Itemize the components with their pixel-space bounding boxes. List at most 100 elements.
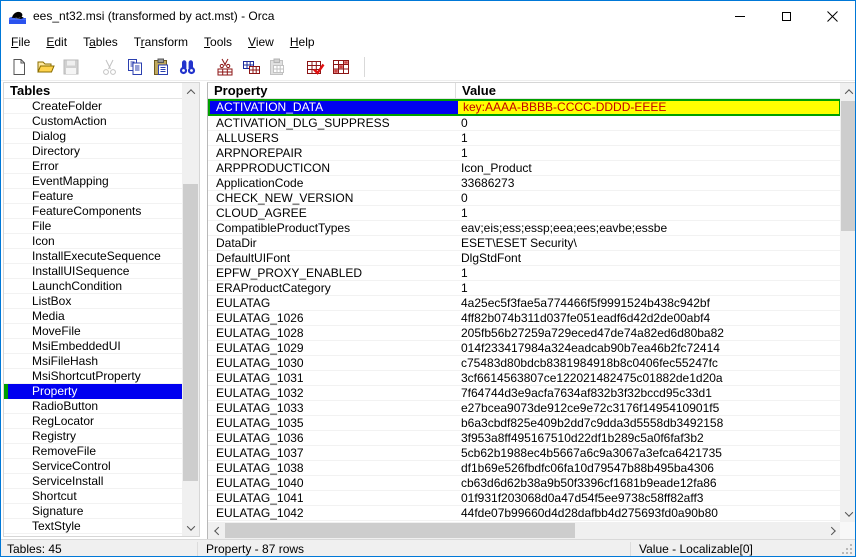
sidebar-item-shortcut[interactable]: Shortcut xyxy=(4,489,184,504)
property-cell[interactable]: EULATAG_1037 xyxy=(208,446,456,460)
sidebar-item-dialog[interactable]: Dialog xyxy=(4,129,184,144)
sidebar-item-msiembeddedui[interactable]: MsiEmbeddedUI xyxy=(4,339,184,354)
scroll-left-button[interactable] xyxy=(208,522,225,539)
paste-rows-button[interactable] xyxy=(264,55,290,79)
sidebar-item-file[interactable]: File xyxy=(4,219,184,234)
value-cell[interactable]: 4ff82b074b311d037fe051eadf6d42d2de00abf4 xyxy=(456,311,841,325)
property-cell[interactable]: EULATAG_1030 xyxy=(208,356,456,370)
property-row[interactable]: ApplicationCode33686273 xyxy=(208,176,841,191)
cut-button[interactable] xyxy=(96,55,122,79)
sidebar-item-movefile[interactable]: MoveFile xyxy=(4,324,184,339)
sidebar-item-reglocator[interactable]: RegLocator xyxy=(4,414,184,429)
property-cell[interactable]: ApplicationCode xyxy=(208,176,456,190)
menu-view[interactable]: View xyxy=(240,31,282,54)
value-cell[interactable]: 33686273 xyxy=(456,176,841,190)
value-cell[interactable]: 1 xyxy=(456,206,841,220)
property-row[interactable]: EULATAG_1033e27bcea9073de912ce9e72c3176f… xyxy=(208,401,841,416)
sidebar-item-directory[interactable]: Directory xyxy=(4,144,184,159)
property-cell[interactable]: EPFW_PROXY_ENABLED xyxy=(208,266,456,280)
property-cell[interactable]: EULATAG_1035 xyxy=(208,416,456,430)
value-cell[interactable]: DlgStdFont xyxy=(456,251,841,265)
property-cell[interactable]: ARPNOREPAIR xyxy=(208,146,456,160)
value-cell[interactable]: e27bcea9073de912ce9e72c3176f1495410901f5 xyxy=(456,401,841,415)
property-row[interactable]: CHECK_NEW_VERSION0 xyxy=(208,191,841,206)
property-row[interactable]: EPFW_PROXY_ENABLED1 xyxy=(208,266,841,281)
property-cell[interactable]: ERAProductCategory xyxy=(208,281,456,295)
value-cell[interactable]: 0 xyxy=(456,191,841,205)
scroll-right-button[interactable] xyxy=(824,522,841,539)
sidebar-item-msishortcutproperty[interactable]: MsiShortcutProperty xyxy=(4,369,184,384)
sidebar-item-customaction[interactable]: CustomAction xyxy=(4,114,184,129)
sidebar-item-icon[interactable]: Icon xyxy=(4,234,184,249)
property-cell[interactable]: EULATAG_1031 xyxy=(208,371,456,385)
sidebar-item-registry[interactable]: Registry xyxy=(4,429,184,444)
value-cell[interactable]: key:AAAA-BBBB-CCCC-DDDD-EEEE xyxy=(458,101,839,114)
maximize-button[interactable] xyxy=(763,1,809,31)
property-cell[interactable]: EULATAG xyxy=(208,296,456,310)
property-row[interactable]: DataDirESET\ESET Security\ xyxy=(208,236,841,251)
property-cell[interactable]: ALLUSERS xyxy=(208,131,456,145)
menu-edit[interactable]: Edit xyxy=(38,31,75,54)
value-cell[interactable]: 205fb56b27259a729eced47de74a82ed6d80ba82 xyxy=(456,326,841,340)
value-cell[interactable]: 01f931f203068d0a47d54f5ee9738c58ff82aff3 xyxy=(456,491,841,505)
tables-vertical-scrollbar[interactable] xyxy=(182,83,199,536)
scroll-down-button[interactable] xyxy=(182,519,199,536)
panel-splitter[interactable] xyxy=(200,82,207,538)
table-horizontal-scrollbar[interactable] xyxy=(208,522,841,539)
scrollbar-thumb[interactable] xyxy=(183,184,198,481)
value-cell[interactable]: 44fde07b99660d4d28dafbb4d275693fd0a90b80 xyxy=(456,506,841,520)
column-header-property[interactable]: Property xyxy=(208,83,456,99)
property-row[interactable]: ACTIVATION_DATAkey:AAAA-BBBB-CCCC-DDDD-E… xyxy=(208,99,841,116)
open-file-button[interactable] xyxy=(32,55,58,79)
property-row[interactable]: EULATAG_1038df1b69e526fbdfc06fa10d79547b… xyxy=(208,461,841,476)
value-cell[interactable]: 1 xyxy=(456,146,841,160)
value-cell[interactable]: Icon_Product xyxy=(456,161,841,175)
scrollbar-thumb[interactable] xyxy=(841,101,856,231)
property-row[interactable]: EULATAG_10313cf6614563807ce122021482475c… xyxy=(208,371,841,386)
property-cell[interactable]: DefaultUIFont xyxy=(208,251,456,265)
sidebar-item-signature[interactable]: Signature xyxy=(4,504,184,519)
save-file-button[interactable] xyxy=(58,55,84,79)
property-row[interactable]: EULATAG_10375cb62b1988ec4b5667a6c9a3067a… xyxy=(208,446,841,461)
menu-tools[interactable]: Tools xyxy=(196,31,240,54)
property-row[interactable]: ARPPRODUCTICONIcon_Product xyxy=(208,161,841,176)
property-row[interactable]: DefaultUIFontDlgStdFont xyxy=(208,251,841,266)
property-row[interactable]: EULATAG_1035b6a3cbdf825e409b2dd7c9dda3d5… xyxy=(208,416,841,431)
paste-button[interactable] xyxy=(148,55,174,79)
sidebar-item-textstyle[interactable]: TextStyle xyxy=(4,519,184,534)
validate-table-button[interactable] xyxy=(302,55,328,79)
copy-rows-button[interactable] xyxy=(238,55,264,79)
sidebar-item-installuisequence[interactable]: InstallUISequence xyxy=(4,264,184,279)
scrollbar-thumb[interactable] xyxy=(225,523,575,538)
property-cell[interactable]: ARPPRODUCTICON xyxy=(208,161,456,175)
sidebar-item-uitext[interactable]: UIText xyxy=(4,534,184,537)
sidebar-item-error[interactable]: Error xyxy=(4,159,184,174)
value-cell[interactable]: eav;eis;ess;essp;eea;ees;eavbe;essbe xyxy=(456,221,841,235)
property-cell[interactable]: EULATAG_1033 xyxy=(208,401,456,415)
sidebar-item-createfolder[interactable]: CreateFolder xyxy=(4,99,184,114)
table-vertical-scrollbar[interactable] xyxy=(840,83,856,522)
property-row[interactable]: EULATAG_10327f64744d3e9acfa7634af832b3f3… xyxy=(208,386,841,401)
scroll-up-button[interactable] xyxy=(182,83,199,100)
sidebar-item-radiobutton[interactable]: RadioButton xyxy=(4,399,184,414)
find-button[interactable] xyxy=(174,55,200,79)
value-cell[interactable]: 0 xyxy=(456,116,841,130)
value-cell[interactable]: ESET\ESET Security\ xyxy=(456,236,841,250)
value-cell[interactable]: cb63d6d62b38a9b50f3396cf1681b9eade12fa86 xyxy=(456,476,841,490)
value-cell[interactable]: 5cb62b1988ec4b5667a6c9a3067a3efca6421735 xyxy=(456,446,841,460)
cut-rows-button[interactable] xyxy=(212,55,238,79)
merge-tables-button[interactable] xyxy=(328,55,354,79)
property-cell[interactable]: CHECK_NEW_VERSION xyxy=(208,191,456,205)
sidebar-item-featurecomponents[interactable]: FeatureComponents xyxy=(4,204,184,219)
sidebar-item-property[interactable]: Property xyxy=(4,384,184,399)
new-file-button[interactable] xyxy=(6,55,32,79)
value-cell[interactable]: 7f64744d3e9acfa7634af832b3f32bccd95c33d1 xyxy=(456,386,841,400)
sidebar-item-launchcondition[interactable]: LaunchCondition xyxy=(4,279,184,294)
value-cell[interactable]: df1b69e526fbdfc06fa10d79547b88b495ba4306 xyxy=(456,461,841,475)
value-cell[interactable]: 4a25ec5f3fae5a774466f5f9991524b438c942bf xyxy=(456,296,841,310)
value-cell[interactable]: 1 xyxy=(456,266,841,280)
property-row[interactable]: EULATAG4a25ec5f3fae5a774466f5f9991524b43… xyxy=(208,296,841,311)
property-row[interactable]: ERAProductCategory1 xyxy=(208,281,841,296)
sidebar-item-media[interactable]: Media xyxy=(4,309,184,324)
property-row[interactable]: EULATAG_104244fde07b99660d4d28dafbb4d275… xyxy=(208,506,841,521)
